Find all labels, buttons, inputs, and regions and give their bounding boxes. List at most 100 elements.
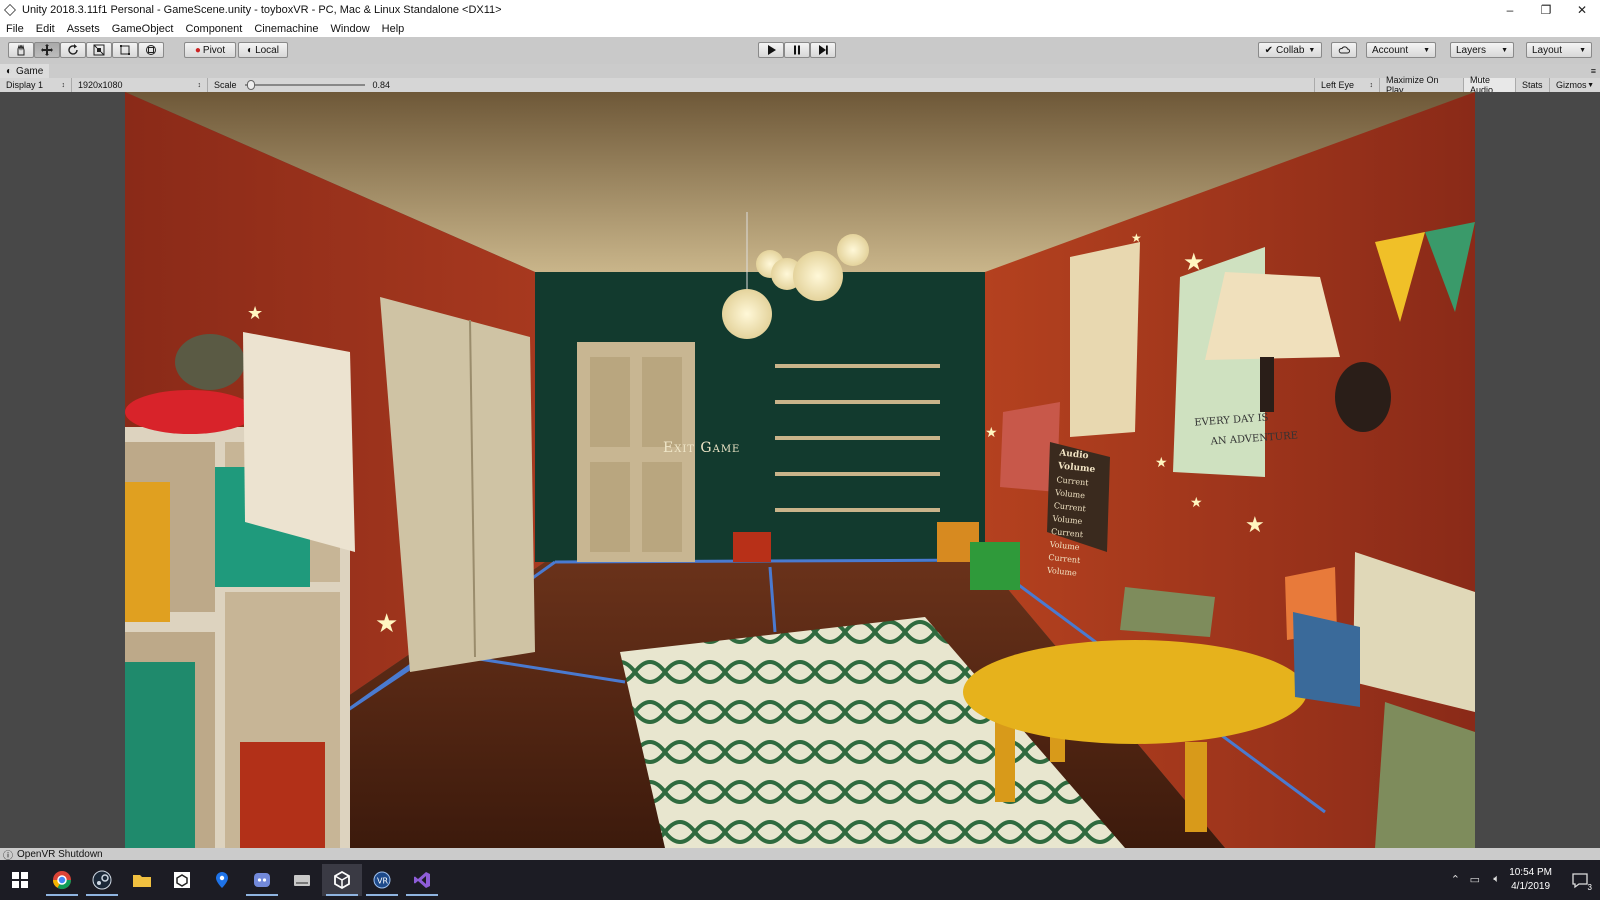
svg-text:★: ★: [247, 303, 263, 323]
adventure-poster: EVERY DAY IS AN ADVENTURE: [1194, 406, 1299, 453]
layers-dropdown[interactable]: Layers ▼: [1450, 42, 1514, 58]
pivot-toggle[interactable]: ● Pivot: [184, 42, 236, 58]
taskbar-steam[interactable]: [82, 864, 122, 896]
scene-svg: ★ ★ ★ ★ ★ ★ ★ ★: [125, 92, 1475, 848]
pause-icon: [794, 45, 800, 55]
pivot-icon: ●: [194, 44, 201, 56]
svg-text:★: ★: [1183, 249, 1205, 276]
restore-button[interactable]: ❐: [1528, 0, 1564, 20]
taskbar-unity[interactable]: [322, 864, 362, 896]
menu-cinemachine[interactable]: Cinemachine: [248, 23, 324, 35]
close-button[interactable]: ✕: [1564, 0, 1600, 20]
status-message[interactable]: OpenVR Shutdown: [17, 849, 103, 860]
display-dropdown[interactable]: Display 1 ↕: [0, 78, 72, 92]
windows-taskbar: VR ⌃ ▭ 🔈︎ 10:54 PM 4/1/2019 3: [0, 860, 1600, 900]
pause-button[interactable]: [784, 42, 810, 58]
folder-icon: [133, 875, 151, 887]
layout-dropdown[interactable]: Layout ▼: [1526, 42, 1592, 58]
taskbar-visual-studio[interactable]: [402, 864, 442, 896]
unity-hub-icon: [174, 872, 190, 888]
collab-dropdown[interactable]: ✔ Collab ▼: [1258, 42, 1322, 58]
svg-text:★: ★: [1155, 454, 1168, 470]
clock-date: 4/1/2019: [1511, 881, 1551, 892]
action-center-button[interactable]: 3: [1570, 870, 1592, 892]
account-dropdown[interactable]: Account ▼: [1366, 42, 1436, 58]
menu-help[interactable]: Help: [376, 23, 411, 35]
transform-icon: [146, 45, 156, 55]
title-bar: Unity 2018.3.11f1 Personal - GameScene.u…: [0, 0, 1600, 20]
tab-game[interactable]: ◐ Game: [0, 64, 50, 78]
steam-icon: [92, 870, 112, 890]
taskbar-explorer-alt[interactable]: [282, 864, 322, 896]
menu-window[interactable]: Window: [325, 23, 376, 35]
window-controls: – ❐ ✕: [1492, 0, 1600, 20]
windows-logo-icon: [12, 872, 28, 888]
status-bar: ⓘ OpenVR Shutdown: [0, 848, 1600, 862]
volume-icon[interactable]: 🔈︎: [1493, 873, 1500, 886]
map-pin-icon: [216, 872, 228, 888]
mute-audio-toggle[interactable]: Mute Audio: [1464, 75, 1516, 95]
eye-dropdown[interactable]: Left Eye ↕: [1314, 78, 1380, 92]
chevron-updown-icon: ↕: [1369, 81, 1374, 89]
move-icon: [41, 44, 53, 56]
menu-gameobject[interactable]: GameObject: [106, 23, 180, 35]
svg-text:★: ★: [375, 608, 398, 638]
windows-start-button[interactable]: [0, 864, 40, 896]
taskbar-clock[interactable]: 10:54 PM 4/1/2019: [1509, 866, 1552, 894]
move-tool-button[interactable]: [34, 42, 60, 58]
svg-text:VR: VR: [377, 877, 388, 886]
taskbar-chrome[interactable]: [42, 864, 82, 896]
network-icon[interactable]: ▭: [1470, 873, 1480, 886]
chrome-icon: [53, 871, 71, 890]
chevron-down-icon: ▼: [1579, 46, 1586, 54]
chevron-down-icon: ▼: [1423, 46, 1430, 54]
exit-game-button[interactable]: Exit Game: [663, 440, 740, 456]
svg-text:★: ★: [1131, 231, 1142, 245]
maximize-on-play-toggle[interactable]: Maximize On Play: [1380, 75, 1464, 95]
chevron-down-icon: ▼: [1308, 46, 1316, 54]
hand-tool-button[interactable]: [8, 42, 34, 58]
local-icon: ◐: [247, 44, 254, 56]
chevron-updown-icon: ↕: [61, 81, 66, 89]
scale-tool-button[interactable]: [86, 42, 112, 58]
menu-assets[interactable]: Assets: [61, 23, 106, 35]
rotate-icon: [68, 44, 78, 55]
chevron-down-icon: ▼: [1501, 46, 1508, 54]
minimize-button[interactable]: –: [1492, 0, 1528, 20]
steamvr-icon: VR: [373, 871, 391, 889]
main-toolbar: ● Pivot ◐ Local ✔ Collab ▼ Account ▼ Lay…: [0, 37, 1600, 65]
game-scene-render[interactable]: ★ ★ ★ ★ ★ ★ ★ ★ Exit Game Audio Volume C…: [125, 92, 1475, 848]
local-toggle[interactable]: ◐ Local: [238, 42, 288, 58]
taskbar-file-explorer[interactable]: [122, 864, 162, 896]
menu-file[interactable]: File: [0, 23, 30, 35]
notification-count: 3: [1587, 883, 1592, 892]
cloud-button[interactable]: [1331, 42, 1357, 58]
show-hidden-icons-button[interactable]: ⌃: [1451, 873, 1460, 886]
rotate-tool-button[interactable]: [60, 42, 86, 58]
clock-time: 10:54 PM: [1509, 867, 1552, 878]
game-panel-header: ◐ Game ≡: [0, 64, 1600, 78]
panel-menu-icon[interactable]: ≡: [1591, 66, 1596, 76]
play-button[interactable]: [758, 42, 784, 58]
taskbar-discord[interactable]: [242, 864, 282, 896]
stats-toggle[interactable]: Stats: [1516, 78, 1550, 92]
gizmos-dropdown[interactable]: Gizmos ▼: [1550, 78, 1600, 92]
svg-text:★: ★: [1190, 494, 1203, 510]
scale-slider[interactable]: [244, 80, 365, 90]
scale-icon: [93, 44, 105, 56]
scale-value: 0.84: [372, 80, 391, 90]
drive-icon: [294, 875, 310, 886]
taskbar-maps[interactable]: [202, 864, 242, 896]
svg-text:★: ★: [1245, 512, 1265, 537]
rect-tool-button[interactable]: [112, 42, 138, 58]
transform-tool-button[interactable]: [138, 42, 164, 58]
game-viewport[interactable]: ★ ★ ★ ★ ★ ★ ★ ★ Exit Game Audio Volume C…: [0, 92, 1600, 848]
menu-component[interactable]: Component: [179, 23, 248, 35]
resolution-dropdown[interactable]: 1920x1080 ↕: [72, 78, 208, 92]
scale-slider-thumb[interactable]: [246, 80, 255, 90]
taskbar-unity-hub[interactable]: [162, 864, 202, 896]
step-button[interactable]: [810, 42, 836, 58]
window-title: Unity 2018.3.11f1 Personal - GameScene.u…: [22, 4, 502, 16]
menu-edit[interactable]: Edit: [30, 23, 61, 35]
taskbar-steamvr[interactable]: VR: [362, 864, 402, 896]
